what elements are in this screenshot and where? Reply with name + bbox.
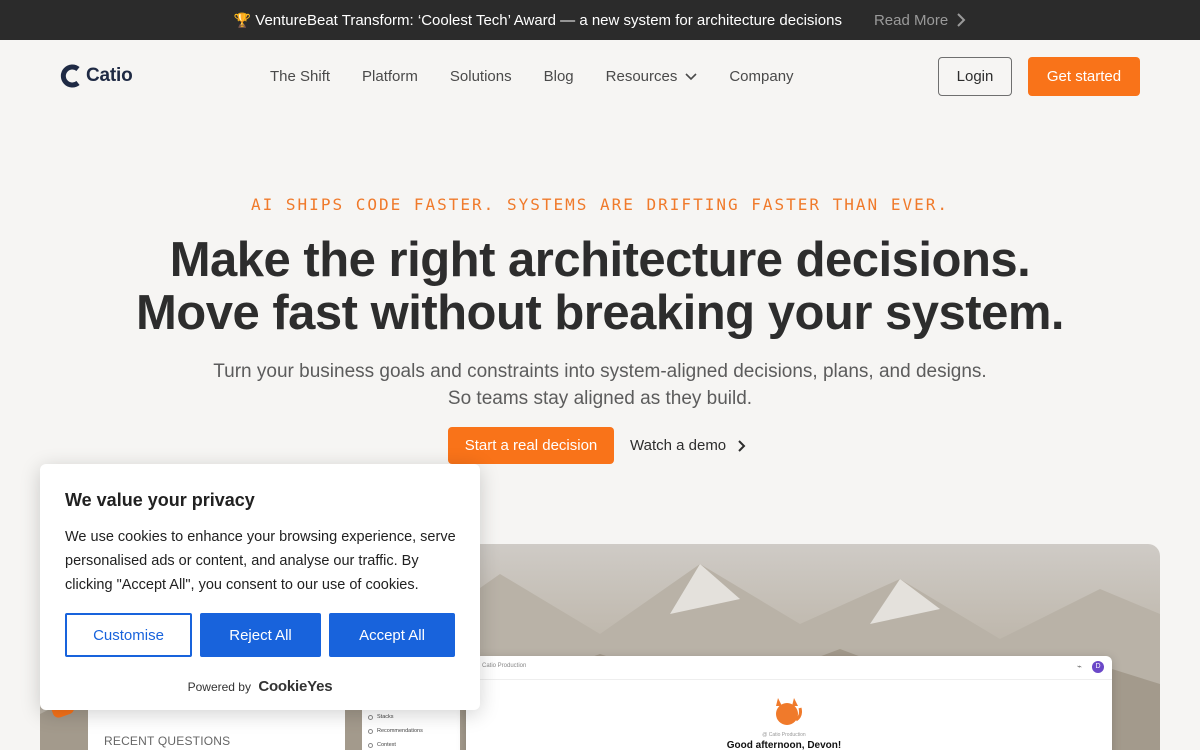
nav-item-company[interactable]: Company	[729, 68, 793, 85]
nav-item-resources-label: Resources	[605, 68, 678, 85]
app-title: Catio Production	[482, 663, 527, 669]
recent-questions-panel: RECENT QUESTIONS	[88, 710, 345, 750]
cookie-body: We use cookies to enhance your browsing …	[65, 529, 456, 593]
hero-subheadline: Turn your business goals and constraints…	[0, 358, 1200, 412]
sub-line-2: So teams stay aligned as they build.	[447, 388, 753, 409]
cookie-consent-modal: We value your privacy We use cookies to …	[40, 464, 480, 710]
chevron-right-icon	[957, 13, 966, 27]
nav-item-the-shift[interactable]: The Shift	[270, 68, 330, 85]
sub-line-1: Turn your business goals and constraints…	[213, 361, 987, 382]
hero-headline: Make the right architecture decisions. M…	[0, 234, 1200, 340]
sidebar-item-recommendations[interactable]: Recommendations	[368, 728, 423, 734]
cat-mascot-icon	[776, 698, 802, 725]
app-topbar: Catio Production ⌁ D	[466, 656, 1112, 680]
reject-all-button[interactable]: Reject All	[200, 613, 321, 657]
recommendations-icon	[368, 728, 373, 734]
powered-by: Powered by CookieYes	[40, 678, 480, 695]
app-org-label: @ Catio Production	[762, 732, 806, 738]
context-icon	[368, 742, 373, 748]
catio-logo-icon	[60, 64, 80, 88]
sidebar-item-label: Context	[377, 742, 396, 748]
app-sidebar: Stacks Recommendations Context	[362, 704, 460, 750]
nav-menu: The Shift Platform Solutions Blog Resour…	[270, 68, 826, 85]
accept-all-button[interactable]: Accept All	[329, 613, 455, 657]
avatar[interactable]: D	[1092, 661, 1104, 673]
logo[interactable]: Catio	[60, 64, 133, 88]
chevron-right-icon	[738, 439, 746, 452]
nav-item-resources[interactable]: Resources	[606, 68, 698, 85]
sidebar-item-context[interactable]: Context	[368, 742, 396, 748]
chevron-down-icon	[685, 72, 697, 80]
app-preview-window: Catio Production ⌁ D @ Catio Production …	[466, 656, 1112, 750]
watch-demo-link[interactable]: Watch a demo	[630, 437, 746, 454]
app-greeting: Good afternoon, Devon!	[726, 740, 842, 750]
cookie-title: We value your privacy	[65, 490, 255, 510]
start-decision-button[interactable]: Start a real decision	[448, 427, 614, 464]
read-more-label: Read More	[873, 11, 949, 29]
activity-icon: ⌁	[1077, 662, 1082, 671]
customise-button[interactable]: Customise	[65, 613, 192, 657]
headline-line-2: Move fast without breaking your system.	[135, 286, 1065, 340]
main-nav: Catio The Shift Platform Solutions Blog …	[0, 40, 1200, 114]
nav-item-platform[interactable]: Platform	[362, 68, 418, 85]
stacks-icon	[368, 714, 373, 720]
powered-by-label: Powered by	[187, 680, 251, 694]
read-more-link[interactable]: Read More	[874, 12, 966, 29]
watch-demo-label: Watch a demo	[630, 437, 727, 454]
brand-name: Catio	[86, 65, 133, 86]
sidebar-item-stacks[interactable]: Stacks	[368, 714, 394, 720]
announcement-banner: 🏆 VentureBeat Transform: ‘Coolest Tech’ …	[0, 0, 1200, 40]
cookieyes-logo[interactable]: CookieYes	[258, 678, 332, 695]
banner-text: VentureBeat Transform: ‘Coolest Tech’ Aw…	[255, 11, 842, 29]
recent-questions-label: RECENT QUESTIONS	[104, 734, 231, 748]
login-button[interactable]: Login	[938, 57, 1012, 96]
hero-eyebrow: AI SHIPS CODE FASTER. SYSTEMS ARE DRIFTI…	[251, 195, 949, 214]
sidebar-item-label: Stacks	[377, 714, 394, 720]
headline-line-1: Make the right architecture decisions.	[169, 233, 1031, 287]
nav-item-solutions[interactable]: Solutions	[450, 68, 512, 85]
nav-item-blog[interactable]: Blog	[544, 68, 574, 85]
trophy-icon: 🏆	[233, 11, 252, 28]
get-started-button[interactable]: Get started	[1028, 57, 1140, 96]
sidebar-item-label: Recommendations	[377, 728, 423, 734]
